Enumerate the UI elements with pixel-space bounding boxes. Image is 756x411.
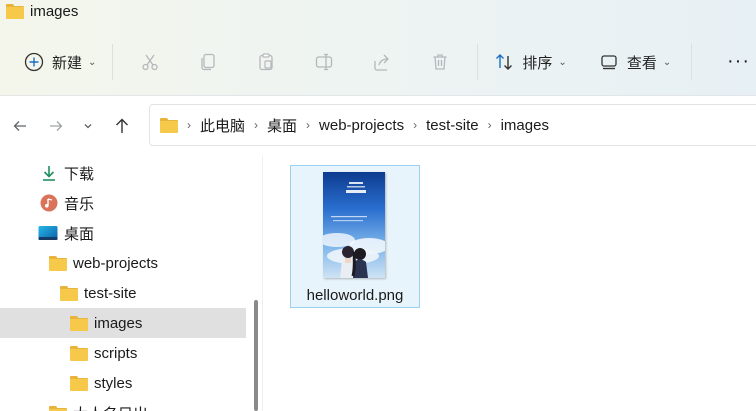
chevron-down-icon: ⌄ — [662, 56, 672, 68]
folder-icon — [70, 314, 88, 332]
toolbar-divider — [691, 44, 693, 80]
paste-button[interactable] — [246, 44, 286, 80]
download-icon — [40, 164, 58, 182]
clipboard-icon — [259, 53, 274, 71]
copy-icon — [201, 53, 216, 71]
toolbar-divider — [477, 44, 479, 80]
sidebar-item-desktop[interactable]: 桌面 — [0, 218, 246, 248]
sidebar-item-web-projects[interactable]: web-projects — [0, 248, 246, 278]
sidebar-item-styles[interactable]: styles — [0, 368, 246, 398]
share-icon — [374, 54, 390, 71]
forward-button[interactable] — [44, 114, 68, 138]
sidebar-item-label: 下载 — [64, 165, 95, 183]
command-bar-area: images 新建 ⌄ 排序 ⌄ 查看 ⌄ ··· — [0, 0, 756, 96]
toolbar: 新建 ⌄ 排序 ⌄ 查看 ⌄ — [0, 40, 756, 84]
sort-icon — [496, 54, 513, 70]
recent-locations-button[interactable] — [76, 114, 100, 138]
arrow-right-icon — [50, 121, 63, 131]
chevron-right-icon[interactable]: › — [254, 118, 258, 132]
trash-icon — [433, 54, 447, 70]
file-list-area: helloworld.png — [263, 156, 756, 411]
chevron-right-icon[interactable]: › — [306, 118, 310, 132]
navigation-bar: › 此电脑 › 桌面 › web-projects › test-site › … — [0, 96, 756, 156]
copy-button[interactable] — [188, 44, 228, 80]
view-button-label: 查看 — [626, 54, 657, 72]
music-icon — [40, 194, 58, 212]
arrow-left-icon — [13, 121, 26, 131]
sidebar-item-label: images — [94, 314, 143, 332]
folder-icon — [70, 374, 88, 392]
folder-icon — [60, 284, 78, 302]
chevron-right-icon: › — [187, 118, 191, 132]
sidebar-item-label: 大人名目出 — [73, 403, 148, 411]
view-button[interactable]: 查看 ⌄ — [591, 44, 679, 80]
rename-icon — [316, 53, 333, 71]
sidebar-item-scripts[interactable]: scripts — [0, 338, 246, 368]
window-title: images — [6, 0, 78, 22]
chevron-down-icon — [84, 124, 92, 129]
chevron-down-icon: ⌄ — [88, 56, 97, 68]
folder-icon — [6, 4, 24, 19]
up-button[interactable] — [110, 114, 134, 138]
arrow-up-icon — [116, 118, 128, 133]
sort-button-label: 排序 — [522, 54, 553, 72]
sidebar-item-label: 音乐 — [64, 195, 95, 213]
new-button[interactable]: 新建 ⌄ — [16, 44, 104, 80]
sidebar-item-label: web-projects — [73, 254, 159, 272]
folder-icon — [49, 404, 67, 411]
view-icon — [601, 55, 617, 70]
chevron-right-icon[interactable]: › — [413, 118, 417, 132]
address-bar[interactable]: › 此电脑 › 桌面 › web-projects › test-site › … — [149, 104, 756, 146]
cut-button[interactable] — [130, 44, 170, 80]
file-item[interactable]: helloworld.png — [290, 165, 420, 308]
sidebar-scrollbar[interactable] — [254, 300, 258, 411]
image-thumbnail — [323, 172, 385, 278]
sort-button[interactable]: 排序 ⌄ — [486, 44, 574, 80]
breadcrumb-this-pc[interactable]: 此电脑 — [200, 115, 245, 136]
sidebar-item-test-site[interactable]: test-site — [0, 278, 246, 308]
desktop-icon — [38, 224, 58, 242]
navigation-pane: 下载 音乐 桌面 web-projects test-site images s… — [0, 156, 262, 411]
new-button-label: 新建 — [52, 54, 83, 72]
sidebar-item-label: styles — [94, 374, 133, 392]
sidebar-item-partial[interactable]: 大人名目出 — [0, 398, 246, 411]
sidebar-item-label: test-site — [84, 284, 137, 302]
scissors-icon — [142, 54, 159, 71]
delete-button[interactable] — [420, 44, 460, 80]
share-button[interactable] — [362, 44, 402, 80]
folder-icon — [70, 344, 88, 362]
more-options-button[interactable]: ··· — [727, 50, 750, 73]
breadcrumb-test-site[interactable]: test-site — [426, 117, 479, 134]
breadcrumb-web-projects[interactable]: web-projects — [319, 117, 404, 134]
chevron-right-icon[interactable]: › — [488, 118, 492, 132]
breadcrumb-images[interactable]: images — [501, 117, 549, 134]
window-title-text: images — [30, 2, 79, 20]
plus-circle-icon — [24, 52, 44, 72]
chevron-down-icon: ⌄ — [558, 56, 567, 68]
file-name: helloworld.png — [306, 287, 404, 304]
back-button[interactable] — [8, 114, 32, 138]
breadcrumb-desktop[interactable]: 桌面 — [267, 115, 297, 136]
sidebar-item-downloads[interactable]: 下载 — [0, 158, 246, 188]
sidebar-item-label: scripts — [94, 344, 138, 362]
rename-button[interactable] — [304, 44, 344, 80]
toolbar-divider — [112, 44, 114, 80]
sidebar-item-label: 桌面 — [64, 225, 95, 243]
folder-icon — [49, 254, 67, 272]
folder-icon — [160, 118, 178, 133]
sidebar-item-images[interactable]: images — [0, 308, 246, 338]
sidebar-item-music[interactable]: 音乐 — [0, 188, 246, 218]
